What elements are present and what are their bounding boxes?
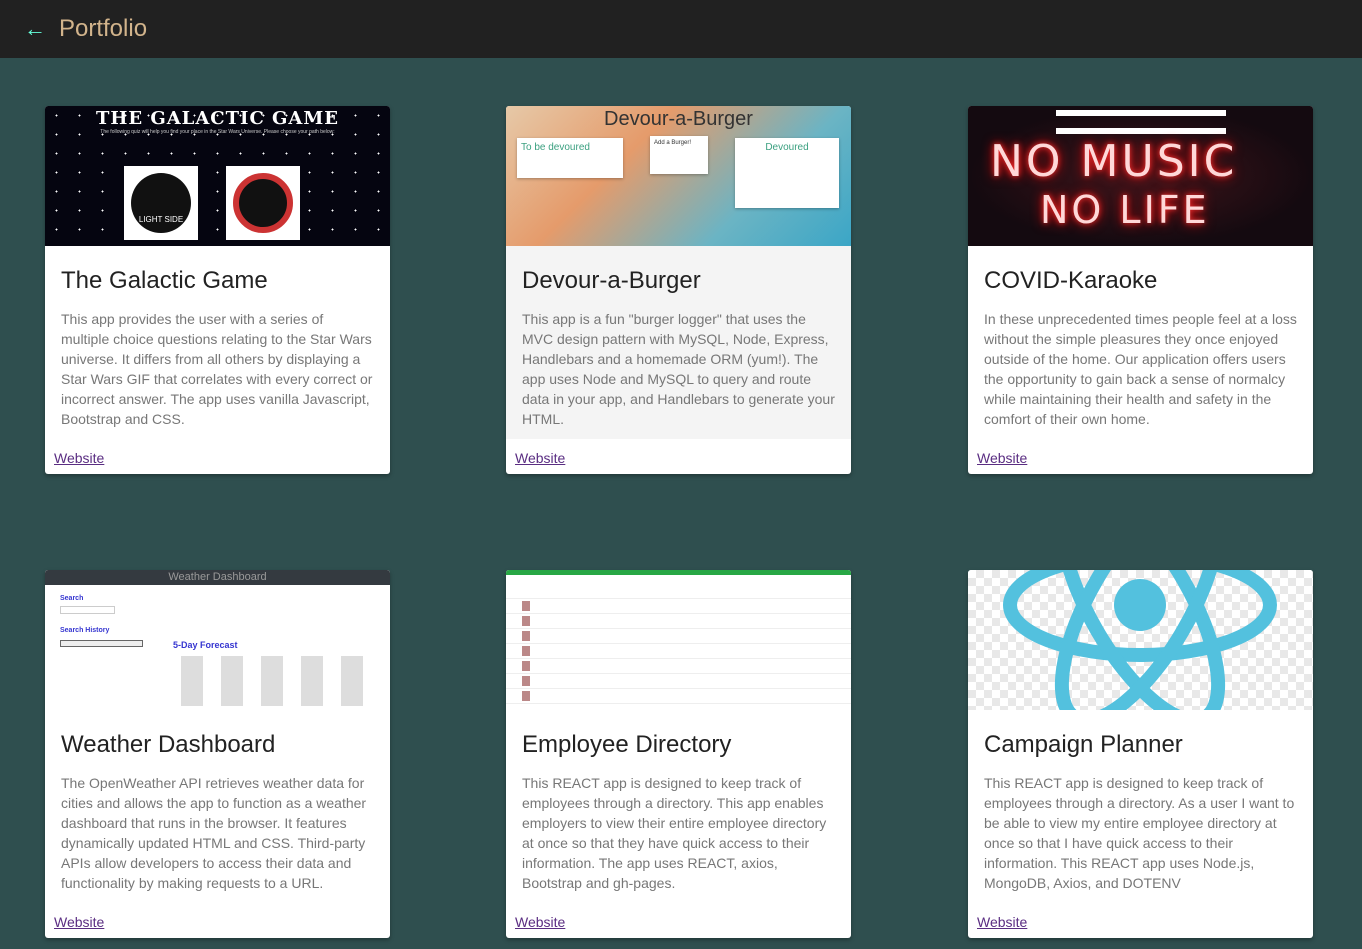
rebel-emblem-icon: LIGHT SIDE [124, 166, 198, 240]
thumb-label: Add a Burger! [654, 140, 692, 146]
website-link[interactable]: Website [54, 914, 104, 930]
project-description: The OpenWeather API retrieves weather da… [61, 775, 367, 891]
website-link[interactable]: Website [515, 450, 565, 466]
neon-text: NO MUSIC [990, 136, 1238, 187]
thumb-form-field [1056, 110, 1226, 116]
website-link[interactable]: Website [54, 450, 104, 466]
project-thumbnail [506, 570, 851, 710]
project-card: Devour-a-Burger To be devoured Add a Bur… [506, 106, 851, 474]
website-link[interactable]: Website [977, 450, 1027, 466]
empire-emblem-icon [226, 166, 300, 240]
project-thumbnail: NO MUSIC NO LIFE [968, 106, 1313, 246]
neon-text: NO LIFE [1040, 188, 1210, 232]
thumb-label: Devoured [765, 142, 809, 153]
thumb-panel: To be devoured [517, 138, 623, 178]
project-title: Devour-a-Burger [522, 267, 701, 294]
thumb-label: LIGHT SIDE [138, 215, 184, 224]
thumb-heading: THE GALACTIC GAME [95, 108, 340, 129]
app-bar: ← Portfolio [0, 0, 1362, 58]
website-link[interactable]: Website [515, 914, 565, 930]
thumb-label: Search History [60, 627, 110, 634]
thumb-label: Search [60, 595, 84, 602]
project-title: COVID-Karaoke [984, 267, 1158, 294]
project-title: Campaign Planner [984, 731, 1183, 758]
arrow-left-icon[interactable]: ← [24, 16, 46, 42]
project-thumbnail: THE GALACTIC GAME The following quiz wil… [45, 106, 390, 246]
project-title: Weather Dashboard [61, 731, 276, 758]
thumb-label: 5-Day Forecast [173, 640, 238, 650]
page-title: Portfolio [59, 15, 148, 42]
react-logo-icon [968, 570, 1313, 710]
thumb-form-field [1056, 128, 1226, 134]
project-title: Employee Directory [522, 731, 732, 758]
thumb-heading: Devour-a-Burger [604, 108, 753, 130]
thumb-panel: Devoured [735, 138, 839, 208]
project-description: This REACT app is designed to keep track… [984, 775, 1295, 891]
project-description: In these unprecedented times people feel… [984, 311, 1297, 427]
project-card: NO MUSIC NO LIFE COVID-Karaoke In these … [968, 106, 1313, 474]
thumb-heading: Weather Dashboard [45, 570, 390, 585]
website-link[interactable]: Website [977, 914, 1027, 930]
thumb-sub: The following quiz will help you find yo… [100, 129, 335, 135]
project-description: This app is a fun "burger logger" that u… [522, 311, 835, 427]
project-card: Weather Dashboard Search Search History … [45, 570, 390, 938]
project-thumbnail: Devour-a-Burger To be devoured Add a Bur… [506, 106, 851, 246]
project-description: This app provides the user with a series… [61, 311, 373, 427]
project-title: The Galactic Game [61, 267, 268, 294]
thumb-panel: Add a Burger! [650, 136, 708, 174]
project-thumbnail: Weather Dashboard Search Search History … [45, 570, 390, 710]
project-card: THE GALACTIC GAME The following quiz wil… [45, 106, 390, 474]
project-card: Employee Directory This REACT app is des… [506, 570, 851, 938]
project-description: This REACT app is designed to keep track… [522, 775, 827, 891]
thumb-label: To be devoured [521, 142, 590, 153]
project-card: Campaign Planner This REACT app is desig… [968, 570, 1313, 938]
